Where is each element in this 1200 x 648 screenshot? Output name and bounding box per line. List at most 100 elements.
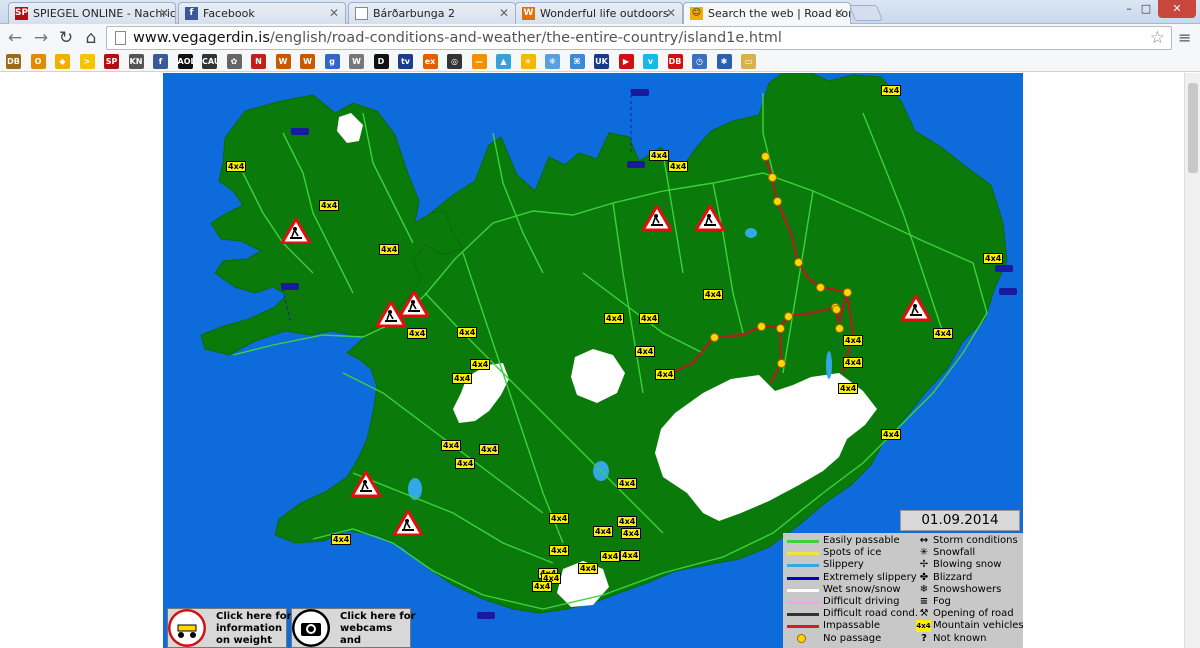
no-passage-marker[interactable]: [794, 258, 803, 267]
forward-button[interactable]: →: [30, 27, 52, 49]
mountain-road-badge[interactable]: 4x4: [331, 534, 352, 545]
window-close-button[interactable]: ✕: [1158, 0, 1196, 18]
mountain-road-badge[interactable]: 4x4: [881, 85, 902, 96]
ferry-icon[interactable]: [995, 265, 1013, 272]
mountain-road-badge[interactable]: 4x4: [838, 383, 859, 394]
roadwork-sign-icon[interactable]: [393, 510, 423, 536]
no-passage-marker[interactable]: [710, 333, 719, 342]
close-icon[interactable]: ✕: [159, 6, 169, 20]
bookmark-icon[interactable]: ◆: [55, 54, 70, 69]
weight-info-link[interactable]: Click here for information on weight: [167, 608, 292, 648]
bookmark-icon[interactable]: ❄: [545, 54, 560, 69]
mountain-road-badge[interactable]: 4x4: [455, 458, 476, 469]
no-passage-marker[interactable]: [835, 324, 844, 333]
mountain-road-badge[interactable]: 4x4: [621, 528, 642, 539]
bookmark-icon[interactable]: N: [251, 54, 266, 69]
reload-button[interactable]: ↻: [55, 27, 77, 49]
address-bar[interactable]: www.vegagerdin.is/english/road-condition…: [106, 26, 1172, 50]
mountain-road-badge[interactable]: 4x4: [457, 327, 478, 338]
bookmark-icon[interactable]: ▶: [618, 54, 634, 69]
mountain-road-badge[interactable]: 4x4: [933, 328, 954, 339]
mountain-road-badge[interactable]: 4x4: [639, 313, 660, 324]
roadwork-sign-icon[interactable]: [399, 291, 429, 317]
no-passage-marker[interactable]: [816, 283, 825, 292]
no-passage-marker[interactable]: [773, 197, 782, 206]
bookmark-icon[interactable]: AOL: [177, 54, 193, 69]
tab-search-road[interactable]: ☺ Search the web | Road con ✕: [683, 2, 851, 25]
roadwork-sign-icon[interactable]: [695, 205, 725, 231]
mountain-road-badge[interactable]: 4x4: [649, 150, 670, 161]
bookmark-icon[interactable]: UK: [594, 54, 609, 69]
no-passage-marker[interactable]: [761, 152, 770, 161]
close-icon[interactable]: ✕: [329, 6, 339, 20]
roadwork-sign-icon[interactable]: [351, 471, 381, 497]
mountain-road-badge[interactable]: 4x4: [549, 545, 570, 556]
tab-bardarbunga[interactable]: Bárðarbunga 2 ✕: [348, 2, 516, 24]
bookmark-icon[interactable]: ✿: [226, 54, 242, 69]
scroll-thumb[interactable]: [1188, 83, 1198, 173]
mountain-road-badge[interactable]: 4x4: [600, 551, 621, 562]
no-passage-marker[interactable]: [784, 312, 793, 321]
bookmark-icon[interactable]: g: [324, 54, 340, 69]
webcams-link[interactable]: Click here for webcams and: [291, 608, 416, 648]
mountain-road-badge[interactable]: 4x4: [452, 373, 473, 384]
bookmark-icon[interactable]: ✱: [716, 54, 732, 69]
mountain-road-badge[interactable]: 4x4: [983, 253, 1004, 264]
ferry-icon[interactable]: [999, 288, 1017, 295]
mountain-road-badge[interactable]: 4x4: [668, 161, 689, 172]
bookmark-icon[interactable]: KN: [128, 54, 144, 69]
mountain-road-badge[interactable]: 4x4: [470, 359, 491, 370]
no-passage-marker[interactable]: [832, 305, 841, 314]
close-icon[interactable]: ✕: [499, 6, 509, 20]
bookmark-icon[interactable]: DB: [667, 54, 683, 69]
back-button[interactable]: ←: [4, 27, 26, 49]
home-button[interactable]: ⌂: [80, 27, 102, 49]
mountain-road-badge[interactable]: 4x4: [441, 440, 462, 451]
bookmark-icon[interactable]: ▭: [741, 54, 756, 69]
bookmark-icon[interactable]: D: [373, 54, 389, 69]
mountain-road-badge[interactable]: 4x4: [226, 161, 247, 172]
bookmark-icon[interactable]: >: [79, 54, 95, 69]
mountain-road-badge[interactable]: 4x4: [843, 335, 864, 346]
no-passage-marker[interactable]: [776, 324, 785, 333]
roadwork-sign-icon[interactable]: [642, 205, 672, 231]
tab-facebook[interactable]: f Facebook ✕: [178, 2, 346, 24]
bookmark-icon[interactable]: ex: [422, 54, 438, 69]
menu-icon[interactable]: ≡: [1178, 28, 1191, 47]
mountain-road-badge[interactable]: 4x4: [881, 429, 902, 440]
bookmark-icon[interactable]: f: [153, 54, 168, 69]
bookmark-icon[interactable]: ▲: [496, 54, 511, 69]
close-icon[interactable]: ✕: [666, 6, 676, 20]
page-scrollbar[interactable]: [1184, 73, 1200, 648]
ferry-icon[interactable]: [291, 128, 309, 135]
mountain-road-badge[interactable]: 4x4: [635, 346, 656, 357]
ferry-icon[interactable]: [281, 283, 299, 290]
road-conditions-map[interactable]: 4x4 4x4 4x4 4x4 4x4 4x4 4x4 4x4 4x4 4x4 4x4 4x4 4x4 4…: [163, 73, 1023, 648]
no-passage-marker[interactable]: [843, 288, 852, 297]
bookmark-icon[interactable]: ◷: [692, 54, 707, 69]
mountain-road-badge[interactable]: 4x4: [617, 516, 638, 527]
mountain-road-badge[interactable]: 4x4: [549, 513, 570, 524]
bookmark-icon[interactable]: W: [300, 54, 315, 69]
no-passage-marker[interactable]: [757, 322, 766, 331]
bookmark-icon[interactable]: tv: [398, 54, 413, 69]
roadwork-sign-icon[interactable]: [281, 218, 311, 244]
mountain-road-badge[interactable]: 4x4: [620, 550, 641, 561]
mountain-road-badge[interactable]: 4x4: [479, 444, 500, 455]
mountain-road-badge[interactable]: 4x4: [703, 289, 724, 300]
mountain-road-badge[interactable]: 4x4: [319, 200, 340, 211]
mountain-road-badge[interactable]: 4x4: [655, 369, 676, 380]
no-passage-marker[interactable]: [768, 173, 777, 182]
mountain-road-badge[interactable]: 4x4: [407, 328, 428, 339]
bookmark-icon[interactable]: ☀: [520, 54, 536, 69]
close-icon[interactable]: ✕: [834, 6, 844, 20]
ferry-icon[interactable]: [631, 89, 649, 96]
maximize-button[interactable]: □: [1134, 0, 1158, 18]
mountain-road-badge[interactable]: 4x4: [578, 563, 599, 574]
no-passage-marker[interactable]: [777, 359, 786, 368]
bookmark-star-icon[interactable]: ☆: [1150, 27, 1165, 49]
bookmark-icon[interactable]: DB: [6, 54, 21, 69]
bookmark-icon[interactable]: CAU: [202, 54, 217, 69]
mountain-road-badge[interactable]: 4x4: [604, 313, 625, 324]
bookmark-icon[interactable]: O: [30, 54, 46, 69]
